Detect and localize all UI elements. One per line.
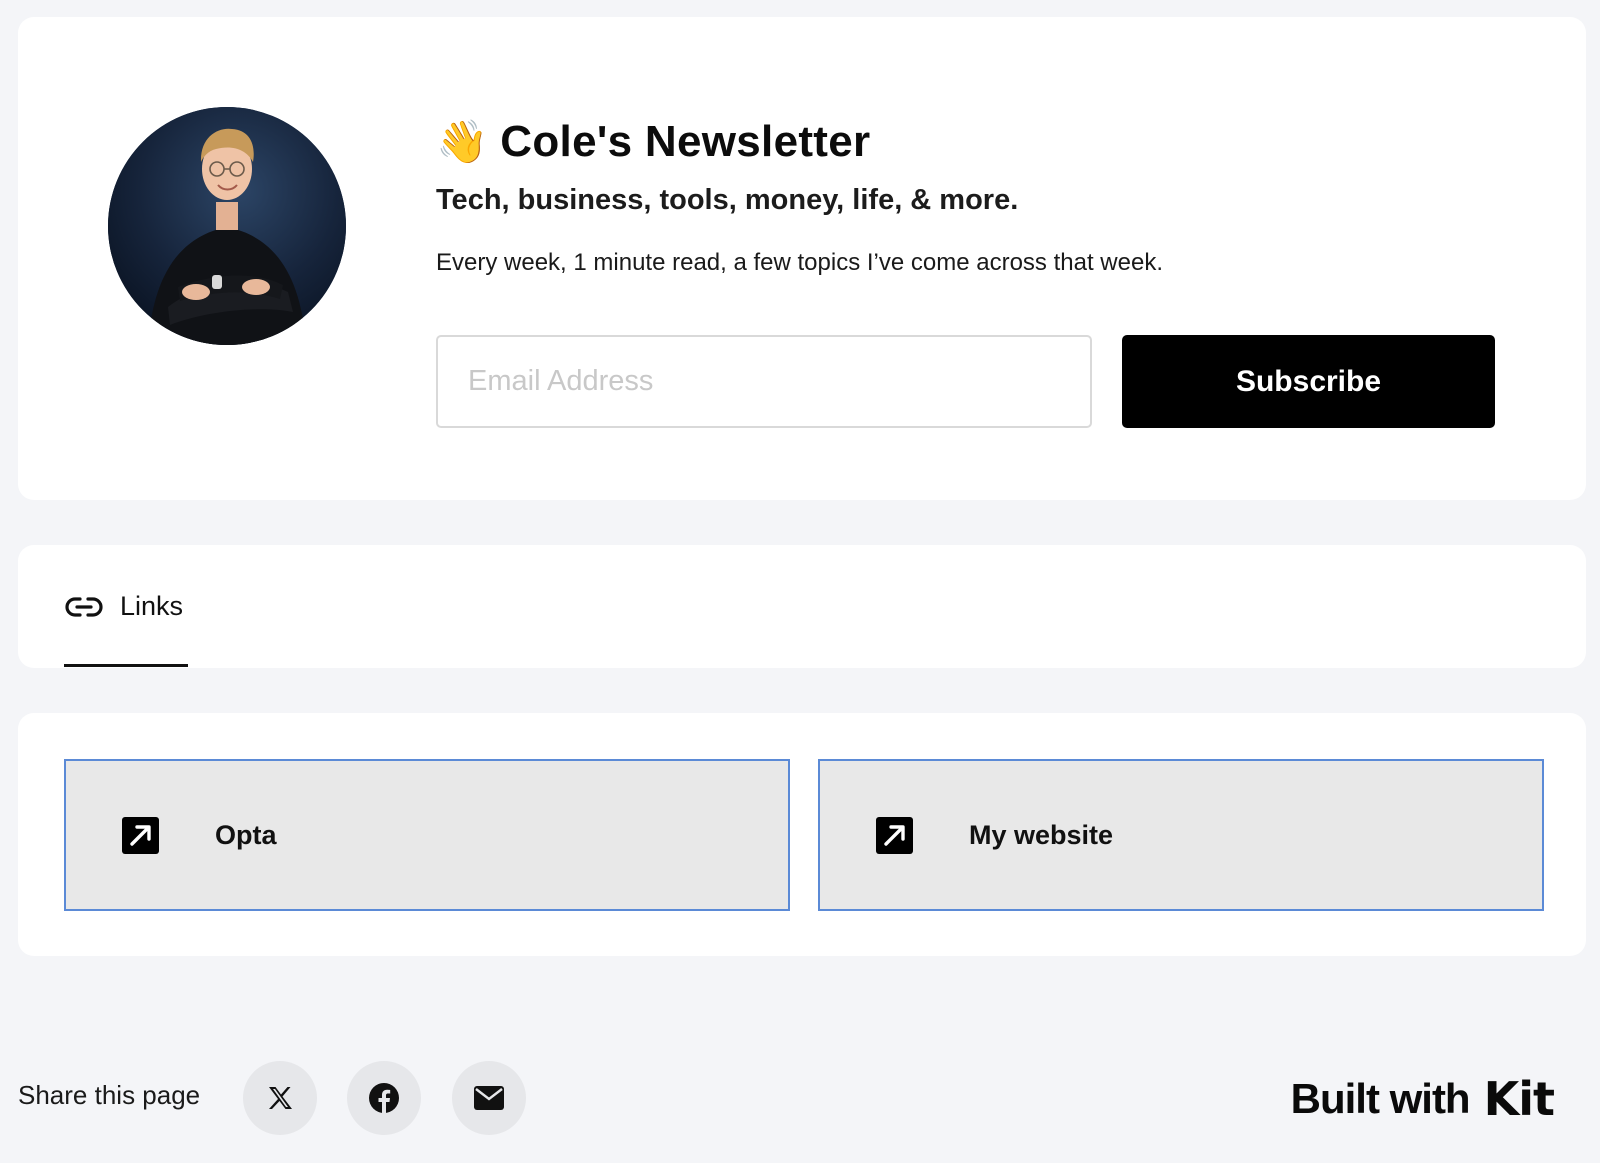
waving-hand-icon: 👋	[436, 117, 489, 166]
link-label: My website	[969, 819, 1114, 850]
facebook-icon	[369, 1083, 399, 1113]
external-link-icon	[122, 816, 159, 854]
built-with-label: Built with	[1290, 1075, 1471, 1122]
x-icon	[269, 1087, 292, 1109]
subscribe-button[interactable]: Subscribe	[1122, 335, 1495, 428]
external-link-icon	[876, 816, 913, 854]
subscribe-form: Subscribe	[436, 335, 1495, 428]
built-with-kit-badge[interactable]: Built with Kit	[1290, 1072, 1555, 1126]
active-tab-indicator	[64, 664, 188, 667]
kit-logo: Kit	[1483, 1072, 1555, 1126]
mail-icon	[474, 1086, 504, 1110]
avatar	[108, 107, 346, 345]
tab-label: Links	[120, 591, 184, 621]
hero-content: 👋 Cole's Newsletter Tech, business, tool…	[436, 112, 1496, 428]
share-facebook-button[interactable]	[347, 1061, 421, 1135]
newsletter-description: Every week, 1 minute read, a few topics …	[436, 249, 1163, 276]
page-title: Cole's Newsletter	[500, 117, 871, 166]
share-label: Share this page	[18, 1080, 201, 1110]
avatar-photo-illustration	[108, 107, 346, 345]
tab-bar: Links	[18, 545, 1586, 668]
link-button-opta[interactable]: Opta	[64, 759, 790, 911]
link-button-my-website[interactable]: My website	[818, 759, 1544, 911]
link-label: Opta	[215, 819, 277, 850]
email-field[interactable]	[436, 335, 1092, 428]
share-email-button[interactable]	[452, 1061, 526, 1135]
tab-links[interactable]: Links	[64, 545, 185, 668]
link-icon	[65, 596, 103, 617]
share-x-button[interactable]	[243, 1061, 317, 1135]
newsletter-subtitle: Tech, business, tools, money, life, & mo…	[436, 184, 1019, 216]
links-card: Opta My website	[18, 713, 1586, 956]
title-row: 👋 Cole's Newsletter	[436, 112, 1496, 172]
newsletter-hero-card: 👋 Cole's Newsletter Tech, business, tool…	[18, 17, 1586, 500]
